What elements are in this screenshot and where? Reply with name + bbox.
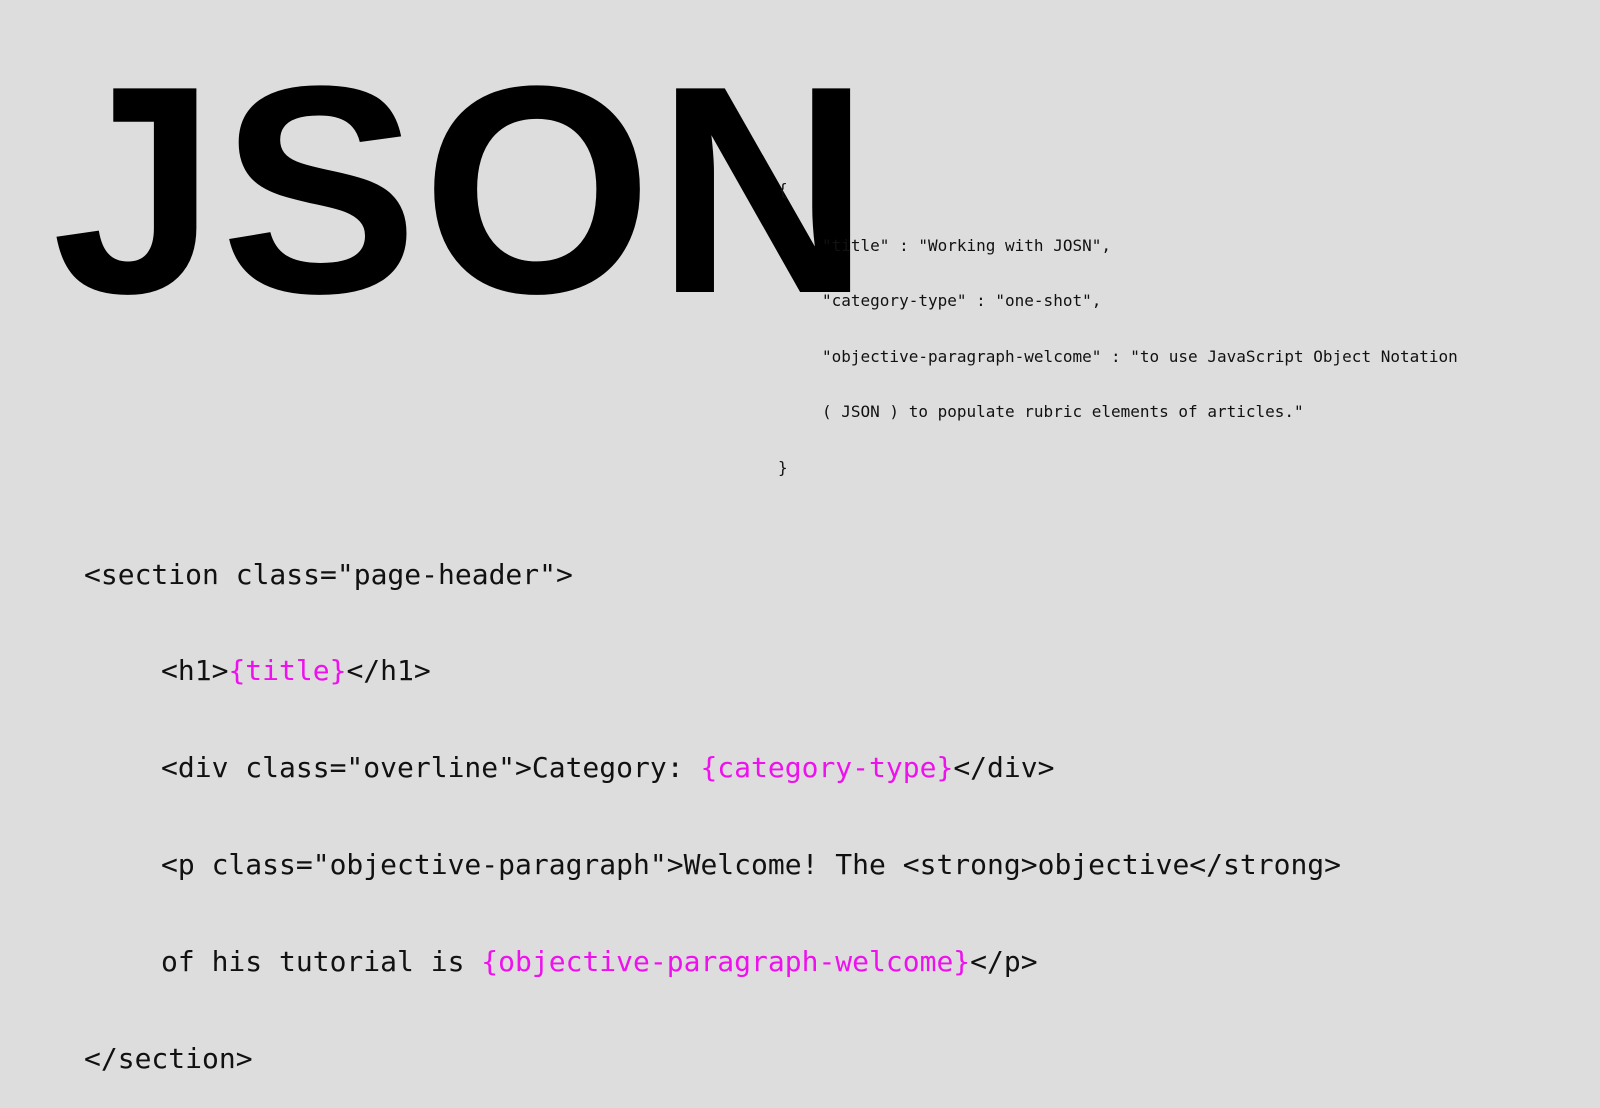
html-template-snippet: <section class="page-header"> <h1>{title… (84, 494, 1341, 1108)
html-line-section-open: <section class="page-header"> (84, 557, 573, 591)
html-line-overline: <div class="overline">Category: {categor… (84, 752, 1341, 784)
objective-intro-text: of his tutorial is (161, 945, 482, 979)
title-placeholder: {title} (228, 654, 347, 688)
json-line-title: "title" : "Working with JOSN", (822, 235, 1111, 255)
paragraph-close-tag: </p> (970, 945, 1038, 979)
objective-paragraph-welcome-placeholder: {objective-paragraph-welcome} (481, 945, 971, 979)
overline-close-tag: </div> (953, 751, 1055, 785)
big-json-title: JSON (52, 24, 875, 355)
json-line-category: "category-type" : "one-shot", (822, 291, 1102, 310)
h1-close-tag: </h1> (346, 654, 431, 688)
json-line-objective: "objective-paragraph-welcome" : "to use … (822, 346, 1458, 366)
overline-open-text: <div class="overline">Category: (161, 751, 701, 785)
html-line-section-close: </section> (84, 1042, 253, 1076)
html-line-objective-continued: of his tutorial is {objective-paragraph-… (84, 946, 1341, 978)
json-line-objective-continued: ( JSON ) to populate rubric elements of … (822, 402, 1304, 421)
json-close-brace: } (778, 457, 788, 477)
category-type-placeholder: {category-type} (700, 751, 954, 785)
html-line-objective-paragraph: <p class="objective-paragraph">Welcome! … (161, 848, 1342, 882)
h1-open-tag: <h1> (161, 654, 229, 688)
json-code-snippet: { "title" : "Working with JOSN", "catego… (778, 144, 1458, 496)
json-open-brace: { (778, 180, 788, 199)
html-line-h1: <h1>{title}</h1> (84, 655, 1341, 687)
